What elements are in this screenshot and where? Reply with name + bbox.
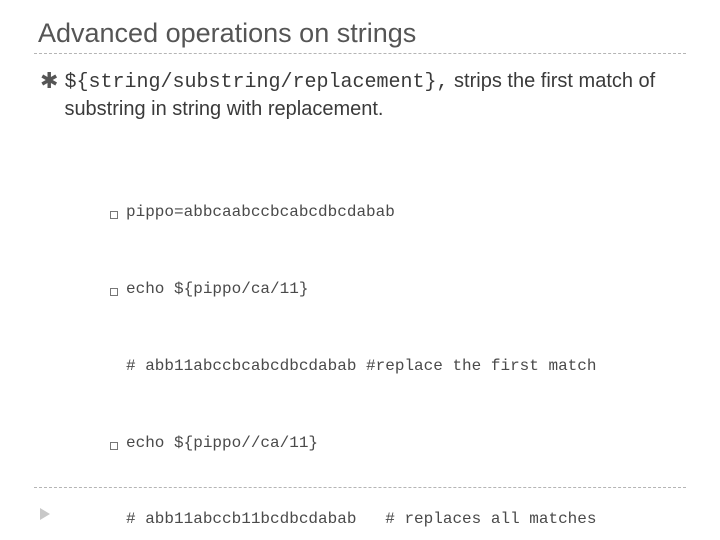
bullet-item: ✱ ${string/substring/replacement}, strip… bbox=[40, 68, 686, 123]
content-area: ✱ ${string/substring/replacement}, strip… bbox=[34, 68, 686, 540]
arrow-right-icon bbox=[40, 508, 50, 520]
code-line: # abb11abccbcabcdbcdabab #replace the fi… bbox=[110, 354, 686, 380]
code-line: pippo=abbcaabccbcabcdbcdabab bbox=[110, 200, 686, 226]
code-gutter bbox=[110, 507, 126, 533]
code-block: pippo=abbcaabccbcabcdbcdabab echo ${pipp… bbox=[110, 149, 686, 540]
code-text: # abb11abccbcabcdbcdabab #replace the fi… bbox=[126, 354, 596, 380]
code-text: # abb11abccb11bcdbcdabab # replaces all … bbox=[126, 507, 596, 533]
code-gutter bbox=[110, 354, 126, 380]
code-line: echo ${pippo/ca/11} bbox=[110, 277, 686, 303]
title-divider bbox=[34, 53, 686, 54]
slide: Advanced operations on strings ✱ ${strin… bbox=[0, 0, 720, 540]
bullet-text: ${string/substring/replacement}, strips … bbox=[64, 68, 686, 123]
checkbox-icon bbox=[110, 277, 126, 303]
bullet-marker-icon: ✱ bbox=[40, 66, 58, 96]
code-text: echo ${pippo//ca/11} bbox=[126, 431, 318, 457]
code-text: pippo=abbcaabccbcabcdbcdabab bbox=[126, 200, 395, 226]
checkbox-icon bbox=[110, 200, 126, 226]
bullet-code: ${string/substring/replacement}, bbox=[64, 71, 448, 94]
code-text: echo ${pippo/ca/11} bbox=[126, 277, 308, 303]
footer-divider bbox=[34, 487, 686, 488]
checkbox-icon bbox=[110, 431, 126, 457]
code-line: echo ${pippo//ca/11} bbox=[110, 431, 686, 457]
page-title: Advanced operations on strings bbox=[38, 18, 686, 49]
code-line: # abb11abccb11bcdbcdabab # replaces all … bbox=[110, 507, 686, 533]
